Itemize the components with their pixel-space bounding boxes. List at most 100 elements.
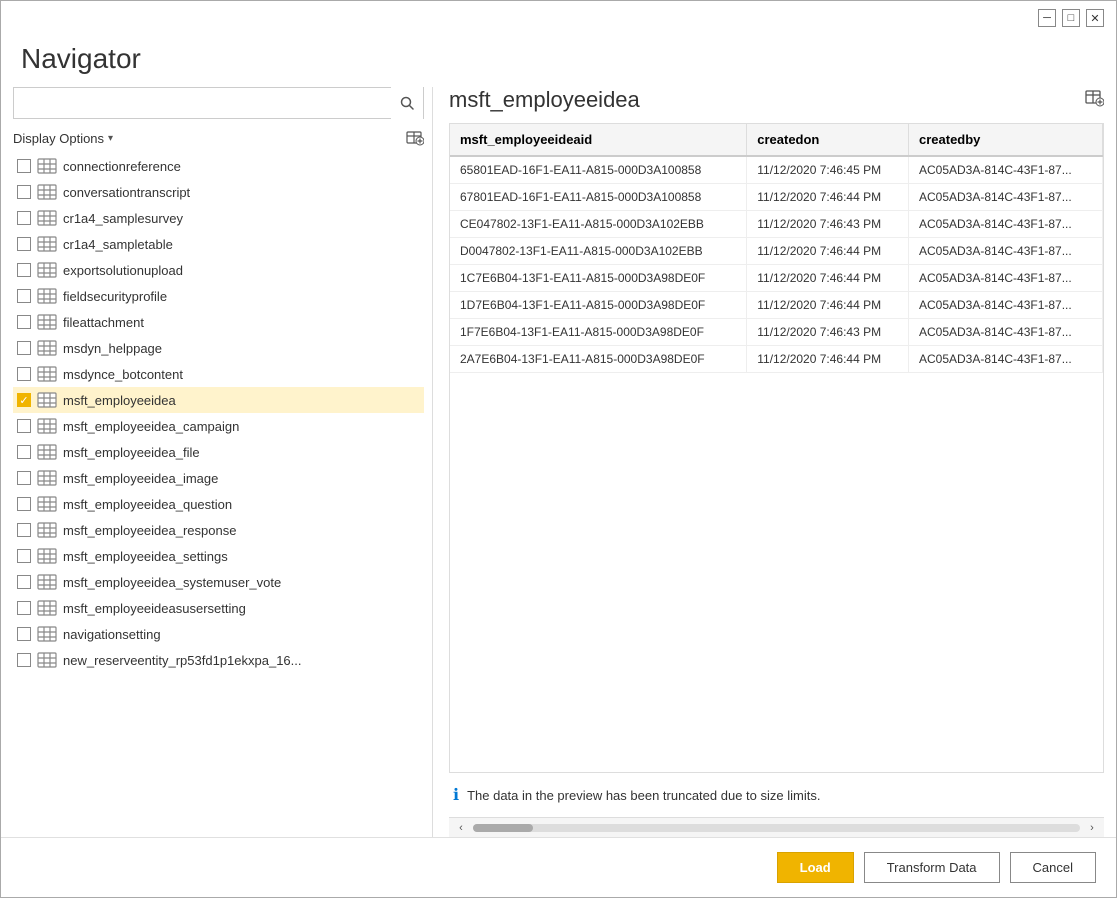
table-icon bbox=[37, 600, 57, 616]
list-item-label: connectionreference bbox=[63, 159, 181, 174]
table-cell: AC05AD3A-814C-43F1-87... bbox=[908, 156, 1102, 184]
list-item-checkbox[interactable] bbox=[17, 653, 31, 667]
list-item-checkbox[interactable] bbox=[17, 289, 31, 303]
list-item-checkbox[interactable] bbox=[17, 601, 31, 615]
list-item-checkbox[interactable] bbox=[17, 627, 31, 641]
table-cell: 11/12/2020 7:46:45 PM bbox=[747, 156, 909, 184]
list-item[interactable]: msft_employeeidea_image bbox=[13, 465, 424, 491]
table-cell: AC05AD3A-814C-43F1-87... bbox=[908, 184, 1102, 211]
search-input[interactable] bbox=[14, 88, 391, 118]
table-icon bbox=[37, 626, 57, 642]
table-icon bbox=[37, 392, 57, 408]
minimize-button[interactable]: ─ bbox=[1038, 9, 1056, 27]
list-item[interactable]: new_reserveentity_rp53fd1p1ekxpa_16... bbox=[13, 647, 424, 673]
preview-table-wrapper[interactable]: msft_employeeideaidcreatedoncreatedby 65… bbox=[449, 123, 1104, 773]
preview-title: msft_employeeidea bbox=[449, 87, 640, 113]
list-item-label: fieldsecurityprofile bbox=[63, 289, 167, 304]
list-item-checkbox[interactable] bbox=[17, 367, 31, 381]
add-table-button[interactable] bbox=[406, 129, 424, 147]
table-row: 67801EAD-16F1-EA11-A815-000D3A10085811/1… bbox=[450, 184, 1103, 211]
load-button[interactable]: Load bbox=[777, 852, 854, 883]
maximize-button[interactable]: □ bbox=[1062, 9, 1080, 27]
close-button[interactable]: ✕ bbox=[1086, 9, 1104, 27]
list-item-label: msft_employeeideasusersetting bbox=[63, 601, 246, 616]
table-icon bbox=[37, 184, 57, 200]
list-item[interactable]: msft_employeeideasusersetting bbox=[13, 595, 424, 621]
list-item[interactable]: fileattachment bbox=[13, 309, 424, 335]
list-item-checkbox[interactable] bbox=[17, 575, 31, 589]
list-item[interactable]: msft_employeeidea_file bbox=[13, 439, 424, 465]
list-item-checkbox[interactable] bbox=[17, 237, 31, 251]
table-icon bbox=[37, 444, 57, 460]
table-row: 1F7E6B04-13F1-EA11-A815-000D3A98DE0F11/1… bbox=[450, 319, 1103, 346]
list-item[interactable]: msft_employeeidea_campaign bbox=[13, 413, 424, 439]
list-item-checkbox[interactable] bbox=[17, 523, 31, 537]
list-item[interactable]: msft_employeeidea_settings bbox=[13, 543, 424, 569]
transform-data-button[interactable]: Transform Data bbox=[864, 852, 1000, 883]
search-button[interactable] bbox=[391, 87, 423, 119]
list-item-checkbox[interactable] bbox=[17, 159, 31, 173]
preview-options-button[interactable] bbox=[1084, 88, 1104, 113]
horizontal-scrollbar[interactable]: ‹ › bbox=[449, 817, 1104, 837]
list-item-checkbox[interactable] bbox=[17, 263, 31, 277]
scroll-right-button[interactable]: › bbox=[1082, 818, 1102, 838]
table-cell: 1C7E6B04-13F1-EA11-A815-000D3A98DE0F bbox=[450, 265, 747, 292]
list-item-checkbox[interactable] bbox=[17, 185, 31, 199]
table-icon bbox=[37, 158, 57, 174]
display-options-button[interactable]: Display Options ▾ bbox=[13, 131, 113, 146]
list-item-checkbox[interactable] bbox=[17, 471, 31, 485]
list-item-checkbox[interactable] bbox=[17, 211, 31, 225]
table-cell: 1D7E6B04-13F1-EA11-A815-000D3A98DE0F bbox=[450, 292, 747, 319]
list-item-label: msft_employeeidea bbox=[63, 393, 176, 408]
list-item-checkbox[interactable] bbox=[17, 497, 31, 511]
list-item[interactable]: exportsolutionupload bbox=[13, 257, 424, 283]
list-item-label: conversationtranscript bbox=[63, 185, 190, 200]
list-item-label: msft_employeeidea_systemuser_vote bbox=[63, 575, 281, 590]
table-cell: 11/12/2020 7:46:43 PM bbox=[747, 319, 909, 346]
list-item[interactable]: msft_employeeidea_response bbox=[13, 517, 424, 543]
list-item-checkbox[interactable] bbox=[17, 445, 31, 459]
list-item-checkbox[interactable]: ✓ bbox=[17, 393, 31, 407]
chevron-down-icon: ▾ bbox=[108, 133, 113, 144]
preview-header: msft_employeeidea bbox=[449, 87, 1104, 113]
preview-table: msft_employeeideaidcreatedoncreatedby 65… bbox=[450, 124, 1103, 373]
table-row: CE047802-13F1-EA11-A815-000D3A102EBB11/1… bbox=[450, 211, 1103, 238]
list-item[interactable]: msft_employeeidea_question bbox=[13, 491, 424, 517]
display-options-bar: Display Options ▾ bbox=[13, 129, 424, 147]
list-item-checkbox[interactable] bbox=[17, 419, 31, 433]
list-item[interactable]: fieldsecurityprofile bbox=[13, 283, 424, 309]
left-panel: Display Options ▾ bbox=[13, 87, 433, 837]
list-item[interactable]: msdyn_helppage bbox=[13, 335, 424, 361]
display-options-label: Display Options bbox=[13, 131, 104, 146]
entity-list[interactable]: connectionreference conversationtranscri… bbox=[13, 153, 424, 837]
table-icon bbox=[37, 496, 57, 512]
list-item[interactable]: cr1a4_sampletable bbox=[13, 231, 424, 257]
table-cell: AC05AD3A-814C-43F1-87... bbox=[908, 265, 1102, 292]
table-row: 65801EAD-16F1-EA11-A815-000D3A10085811/1… bbox=[450, 156, 1103, 184]
list-item[interactable]: msft_employeeidea_systemuser_vote bbox=[13, 569, 424, 595]
content-area: Display Options ▾ bbox=[1, 87, 1116, 837]
table-icon bbox=[37, 418, 57, 434]
table-cell: 11/12/2020 7:46:44 PM bbox=[747, 346, 909, 373]
table-icon bbox=[37, 288, 57, 304]
list-item[interactable]: ✓ msft_employeeidea bbox=[13, 387, 424, 413]
list-item[interactable]: navigationsetting bbox=[13, 621, 424, 647]
list-item[interactable]: msdynce_botcontent bbox=[13, 361, 424, 387]
list-item[interactable]: cr1a4_samplesurvey bbox=[13, 205, 424, 231]
cancel-button[interactable]: Cancel bbox=[1010, 852, 1096, 883]
list-item-checkbox[interactable] bbox=[17, 549, 31, 563]
info-icon: ℹ bbox=[453, 785, 459, 805]
scroll-left-button[interactable]: ‹ bbox=[451, 818, 471, 838]
list-item-label: new_reserveentity_rp53fd1p1ekxpa_16... bbox=[63, 653, 302, 668]
list-item[interactable]: conversationtranscript bbox=[13, 179, 424, 205]
list-item-label: msft_employeeidea_file bbox=[63, 445, 200, 460]
scroll-thumb[interactable] bbox=[473, 824, 533, 832]
table-row: 1D7E6B04-13F1-EA11-A815-000D3A98DE0F11/1… bbox=[450, 292, 1103, 319]
list-item-label: navigationsetting bbox=[63, 627, 161, 642]
list-item-checkbox[interactable] bbox=[17, 341, 31, 355]
list-item[interactable]: connectionreference bbox=[13, 153, 424, 179]
table-icon bbox=[37, 470, 57, 486]
table-cell: 67801EAD-16F1-EA11-A815-000D3A100858 bbox=[450, 184, 747, 211]
list-item-checkbox[interactable] bbox=[17, 315, 31, 329]
table-cell: AC05AD3A-814C-43F1-87... bbox=[908, 238, 1102, 265]
